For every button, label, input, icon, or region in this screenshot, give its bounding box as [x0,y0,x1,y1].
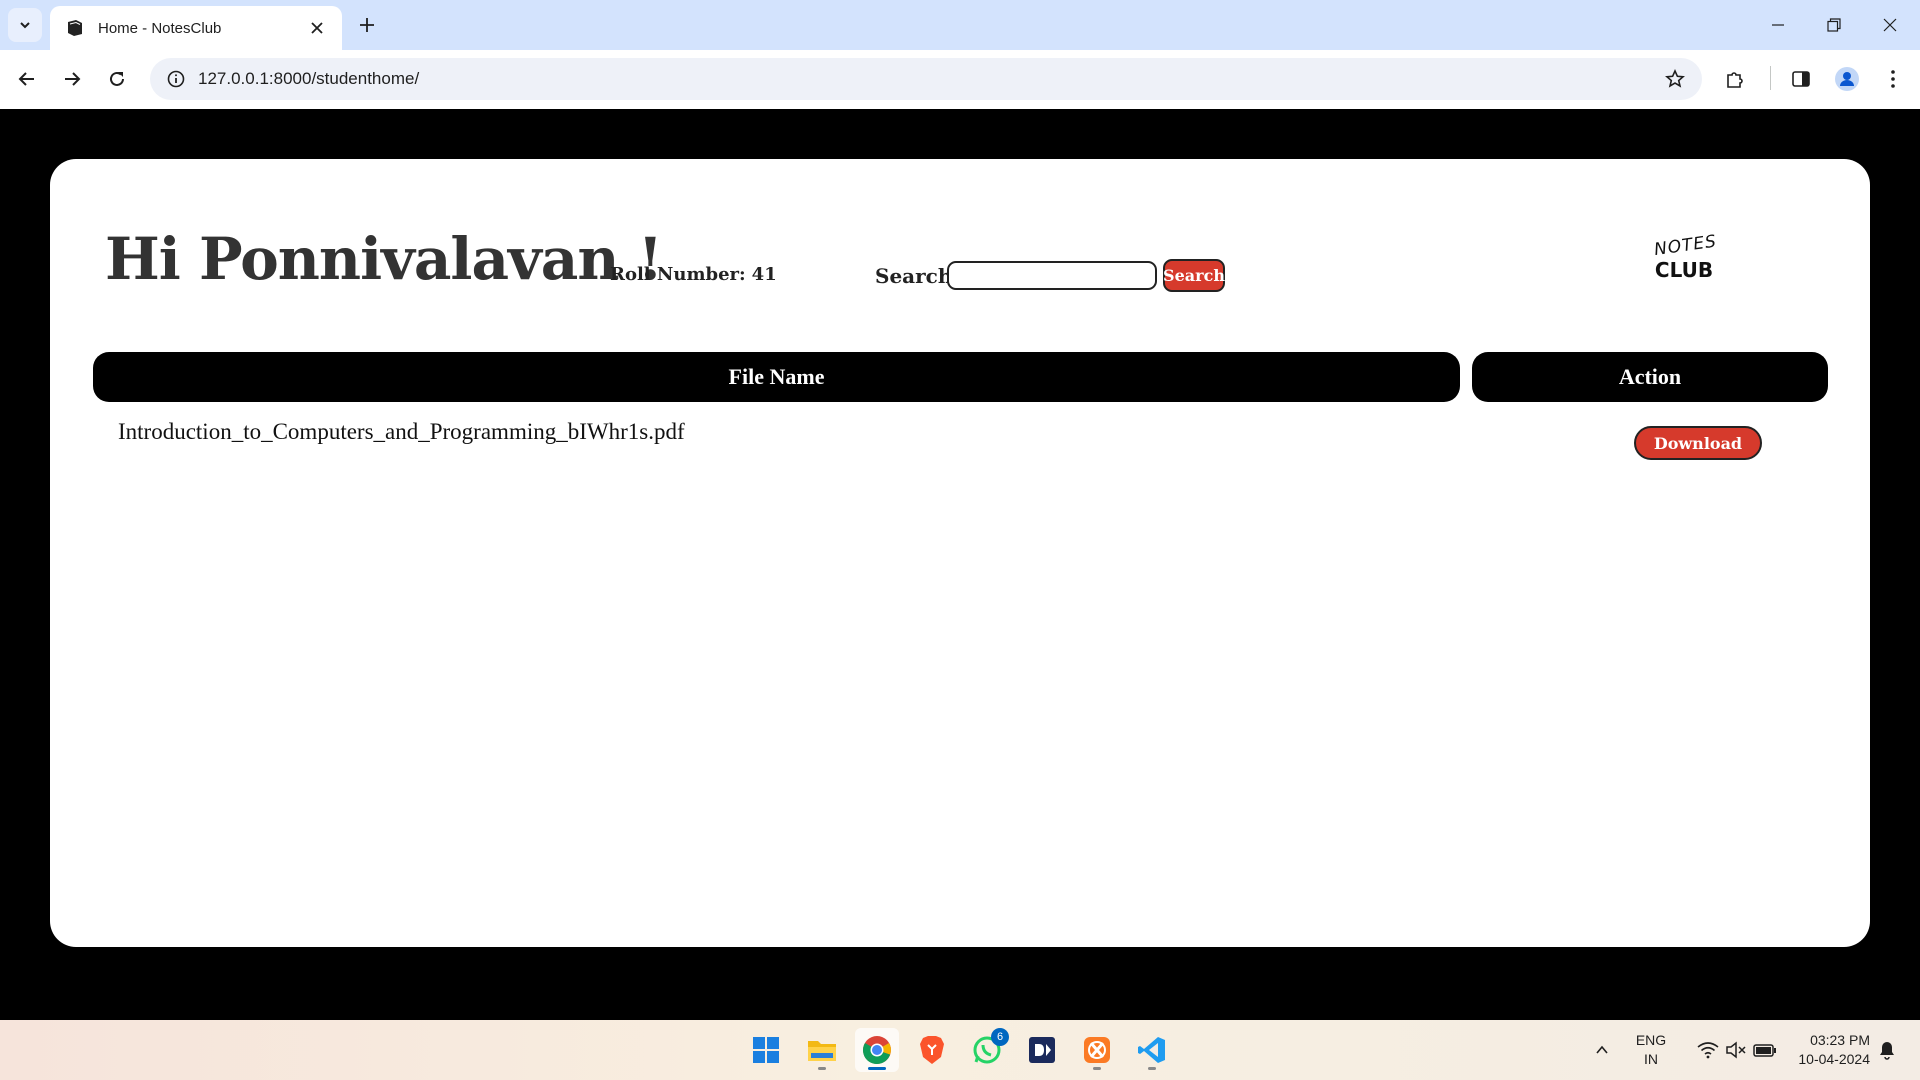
close-window-button[interactable] [1862,0,1918,50]
tab-close-icon[interactable] [306,17,328,39]
browser-tabstrip: Home - NotesClub [0,0,1920,50]
quick-settings-button[interactable] [1682,1020,1792,1080]
vscode-icon [1138,1037,1165,1063]
page-title: Hi Ponnivalavan ! [105,225,663,293]
chrome-icon [863,1036,891,1065]
running-indicator [1093,1067,1101,1070]
folder-icon [808,1041,836,1061]
taskbar-file-explorer[interactable] [800,1028,844,1072]
reload-button[interactable] [100,62,134,96]
new-tab-button[interactable] [352,10,382,40]
toolbar-divider [1770,66,1771,90]
roll-number: Roll Number: 41 [610,264,777,285]
show-hidden-icons-button[interactable] [1586,1020,1618,1080]
page-viewport: Hi Ponnivalavan ! Roll Number: 41 Search:… [0,109,1920,1020]
forward-button[interactable] [55,62,89,96]
file-name-cell: Introduction_to_Computers_and_Programmin… [118,419,685,444]
side-panel-icon [1792,71,1810,87]
chevron-down-icon [20,22,30,29]
minimize-icon [1772,24,1784,26]
taskbar-brave[interactable] [910,1028,954,1072]
side-panel-button[interactable] [1784,62,1818,96]
language-indicator[interactable]: ENG IN [1628,1020,1674,1080]
browser-menu-button[interactable] [1876,62,1910,96]
puzzle-icon [1727,72,1743,88]
browser-toolbar: 127.0.0.1:8000/studenthome/ [0,50,1920,109]
column-header-file-name: File Name [93,352,1460,402]
main-card: Hi Ponnivalavan ! Roll Number: 41 Search:… [50,159,1870,947]
taskbar-chrome[interactable] [855,1028,899,1072]
tab-search-button[interactable] [8,8,42,42]
address-bar[interactable]: 127.0.0.1:8000/studenthome/ [150,58,1702,100]
extensions-button[interactable] [1718,62,1752,96]
clock-date: 10-04-2024 [1798,1051,1870,1067]
language-code: ENG [1635,1032,1667,1048]
app-tile-icon [1029,1037,1055,1063]
search-input[interactable] [947,261,1157,290]
search-button[interactable]: Search [1163,259,1225,292]
tab-title: Home - NotesClub [98,19,222,37]
xampp-icon [1084,1037,1110,1063]
taskbar-app-dark[interactable] [1020,1028,1064,1072]
restore-icon [1827,18,1841,32]
site-info-icon[interactable] [164,67,188,91]
notifications-button[interactable] [1872,1020,1902,1080]
roll-number-value: 41 [751,264,777,285]
taskbar-whatsapp[interactable]: 6 [965,1028,1009,1072]
taskbar: 6 ENG IN 03:23 PM 10-04-2024 [0,1020,1920,1080]
start-button[interactable] [744,1028,788,1072]
avatar-icon [1835,67,1859,91]
table-row: Introduction_to_Computers_and_Programmin… [93,409,1828,460]
active-indicator [868,1067,886,1070]
plus-icon [360,18,374,32]
clock-time: 03:23 PM [1810,1032,1870,1048]
book-favicon-icon [64,17,86,39]
notesclub-logo: NOTES CLUB [1653,232,1718,282]
arrow-left-icon [18,72,34,86]
minimize-button[interactable] [1750,0,1806,50]
bell-snooze-icon [1880,1042,1894,1060]
download-button[interactable]: Download [1634,426,1762,460]
windows-logo-icon [753,1037,779,1063]
taskbar-vscode[interactable] [1130,1028,1174,1072]
browser-tab-active[interactable]: Home - NotesClub [50,6,342,50]
roll-number-label: Roll Number: [610,264,746,285]
wifi-icon [1697,1042,1719,1059]
bookmark-star-icon[interactable] [1658,62,1692,96]
restore-button[interactable] [1806,0,1862,50]
back-button[interactable] [10,62,44,96]
battery-charging-icon [1753,1044,1776,1057]
clock[interactable]: 03:23 PM 10-04-2024 [1780,1020,1880,1080]
notification-badge: 6 [991,1028,1009,1046]
taskbar-xampp[interactable] [1075,1028,1119,1072]
kebab-menu-icon [1891,70,1895,88]
logo-line-club: CLUB [1654,258,1714,282]
profile-button[interactable] [1830,62,1864,96]
arrow-right-icon [65,72,81,86]
reload-icon [110,71,124,86]
url-text: 127.0.0.1:8000/studenthome/ [198,69,420,88]
running-indicator [1148,1067,1156,1070]
brave-lion-icon [920,1036,944,1064]
running-indicator [818,1067,826,1070]
region-code: IN [1644,1051,1658,1067]
column-header-action: Action [1472,352,1828,402]
logo-line-notes: NOTES [1652,231,1719,261]
chevron-up-icon [1596,1045,1608,1054]
close-icon [1883,18,1897,32]
speaker-muted-icon [1726,1041,1746,1059]
